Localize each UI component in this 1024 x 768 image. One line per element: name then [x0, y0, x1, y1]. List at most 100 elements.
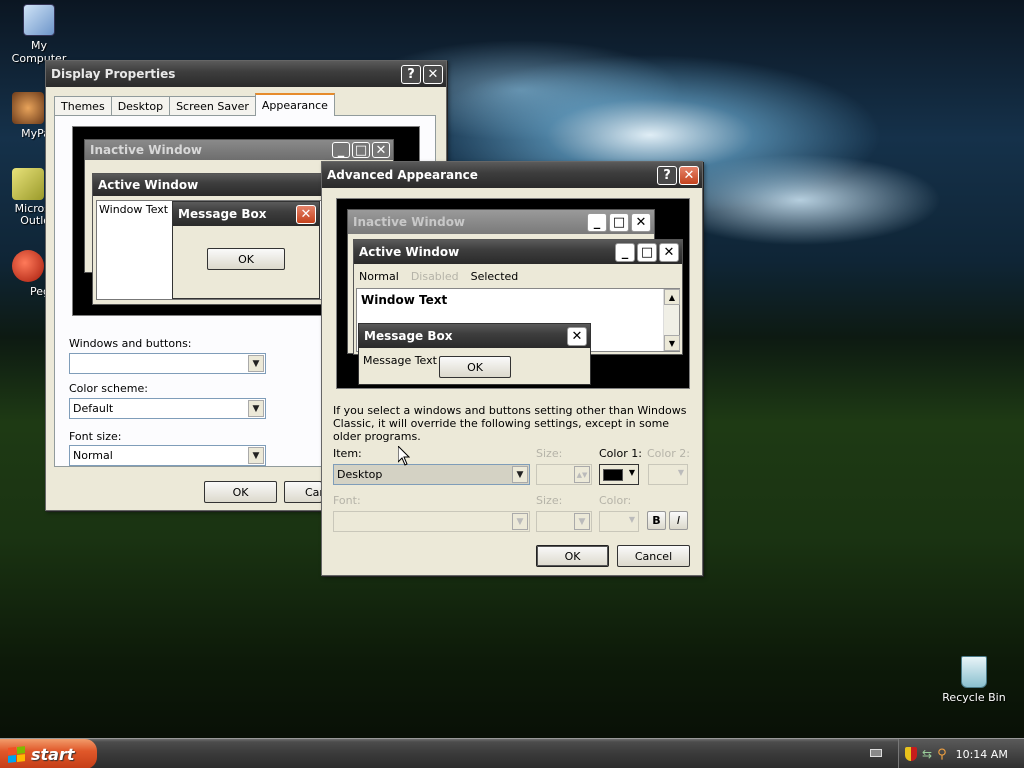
menu-normal: Normal [359, 270, 399, 283]
preview-inactive-titlebar: Inactive Window _ □ ✕ [348, 210, 654, 234]
taskbar: start ⇆ ⚲ 10:14 AM [0, 738, 1024, 768]
item-size-label: Size: [536, 447, 563, 460]
preview-menu-bar: Normal Disabled Selected [359, 270, 518, 283]
mouse-cursor-icon [398, 446, 410, 466]
system-tray: ⇆ ⚲ 10:14 AM [898, 739, 1024, 768]
preview-ok-button: OK [207, 248, 285, 270]
desktop-icon-label: Recycle Bin [942, 691, 1006, 704]
outlook-icon [12, 168, 44, 200]
item-label: Item: [333, 447, 362, 460]
font-size-label: Size: [536, 494, 563, 507]
maximize-icon: □ [637, 242, 657, 262]
clock: 10:14 AM [955, 747, 1008, 761]
windows-logo-icon [8, 745, 25, 763]
close-icon: ✕ [372, 142, 390, 158]
help-button[interactable]: ? [657, 165, 677, 185]
desktop-icon-recycle-bin[interactable]: Recycle Bin [937, 656, 1011, 704]
keyboard-icon[interactable] [870, 749, 882, 757]
scroll-up-icon: ▲ [664, 289, 680, 305]
override-note: If you select a windows and buttons sett… [333, 404, 687, 443]
advanced-preview: Inactive Window _ □ ✕ Active Window _ □ … [336, 198, 690, 389]
close-icon: ✕ [296, 204, 316, 224]
tab-desktop[interactable]: Desktop [110, 96, 171, 116]
tab-strip: Themes Desktop Screen Saver Appearance [54, 93, 335, 116]
color-swatch [603, 468, 623, 481]
chevron-down-icon: ▼ [248, 447, 264, 464]
help-icon: ? [663, 167, 671, 183]
tab-screen-saver[interactable]: Screen Saver [169, 96, 256, 116]
preview-msgbox-titlebar: Message Box ✕ [359, 324, 590, 348]
chevron-down-icon: ▼ [628, 515, 635, 524]
scroll-down-icon: ▼ [664, 335, 680, 351]
window-title: Display Properties [51, 67, 176, 81]
item-select[interactable]: Desktop ▼ [333, 464, 530, 485]
preview-message-box: Message Box ✕ OK [172, 201, 320, 299]
desktop-icon-my-computer[interactable]: My Computer [2, 4, 76, 65]
tab-themes[interactable]: Themes [54, 96, 112, 116]
ok-button[interactable]: OK [536, 545, 609, 567]
ok-button[interactable]: OK [204, 481, 277, 503]
windows-buttons-select[interactable]: ▼ [69, 353, 266, 374]
display-properties-titlebar[interactable]: Display Properties ? ✕ [46, 61, 446, 87]
select-value: Default [73, 402, 114, 415]
close-button[interactable]: ✕ [423, 64, 443, 84]
bold-button[interactable]: B [647, 511, 666, 530]
network-icon[interactable]: ⇆ [922, 747, 932, 761]
select-value: Desktop [337, 468, 383, 481]
font-select[interactable]: ▼ [333, 511, 530, 532]
close-icon: ✕ [631, 212, 651, 232]
desktop-icon-outlook[interactable]: Micros Outlo [0, 168, 50, 227]
maximize-icon: □ [609, 212, 629, 232]
chevron-down-icon: ▼ [677, 468, 684, 477]
preview-msgbox-titlebar: Message Box ✕ [173, 202, 319, 226]
minimize-icon: _ [332, 142, 350, 158]
help-button[interactable]: ? [401, 64, 421, 84]
close-icon: ✕ [567, 326, 587, 346]
minimize-icon: _ [587, 212, 607, 232]
font-size-select[interactable]: ▼ [536, 511, 592, 532]
font-color-label: Color: [599, 494, 632, 507]
color2-picker[interactable]: ▼ [648, 464, 688, 485]
start-label: start [31, 744, 75, 764]
minimize-icon: _ [615, 242, 635, 262]
desktop-icon-mypa[interactable]: MyPa [0, 92, 50, 140]
color-scheme-select[interactable]: Default ▼ [69, 398, 266, 419]
advanced-appearance-window: Advanced Appearance ? ✕ Inactive Window … [321, 161, 703, 576]
preview-active-title: Active Window [98, 178, 199, 192]
cancel-button[interactable]: Car [284, 481, 324, 503]
tab-appearance[interactable]: Appearance [254, 93, 335, 116]
desktop-icon-peg[interactable]: Peg [0, 250, 50, 298]
recycle-bin-icon [961, 656, 987, 688]
menu-disabled: Disabled [410, 270, 459, 283]
italic-icon: I [676, 514, 681, 527]
security-shield-icon[interactable] [905, 747, 917, 761]
preview-inactive-title: Inactive Window [90, 143, 203, 157]
item-size-spinner[interactable]: ▲▼ [536, 464, 592, 485]
preview-scrollbar: ▲ ▼ [663, 289, 680, 351]
preview-inactive-titlebar: Inactive Window _ □ ✕ [85, 140, 393, 160]
preview-window-text: Window Text [99, 203, 169, 216]
chevron-down-icon: ▼ [512, 466, 528, 483]
font-size-select[interactable]: Normal ▼ [69, 445, 266, 466]
color1-picker[interactable]: ▼ [599, 464, 639, 485]
close-button[interactable]: ✕ [679, 165, 699, 185]
font-color-picker[interactable]: ▼ [599, 511, 639, 532]
spinner-icon: ▲▼ [574, 466, 590, 483]
preview-message-box: Message Box ✕ Message Text OK [358, 323, 591, 385]
font-size-label: Font size: [69, 430, 122, 443]
advanced-appearance-titlebar[interactable]: Advanced Appearance ? ✕ [322, 162, 702, 188]
start-button[interactable]: start [0, 739, 97, 768]
menu-selected: Selected [470, 270, 519, 283]
color-scheme-label: Color scheme: [69, 382, 148, 395]
preview-msgbox-title: Message Box [364, 329, 453, 343]
font-label: Font: [333, 494, 361, 507]
search-icon[interactable]: ⚲ [937, 747, 947, 762]
preview-window-text: Window Text [361, 293, 448, 307]
app-icon [12, 92, 44, 124]
window-title: Advanced Appearance [327, 168, 478, 182]
italic-button[interactable]: I [669, 511, 688, 530]
close-icon: ✕ [659, 242, 679, 262]
preview-active-titlebar: Active Window _ □ ✕ [354, 240, 682, 264]
cancel-button[interactable]: Cancel [617, 545, 690, 567]
close-icon: ✕ [427, 66, 439, 82]
